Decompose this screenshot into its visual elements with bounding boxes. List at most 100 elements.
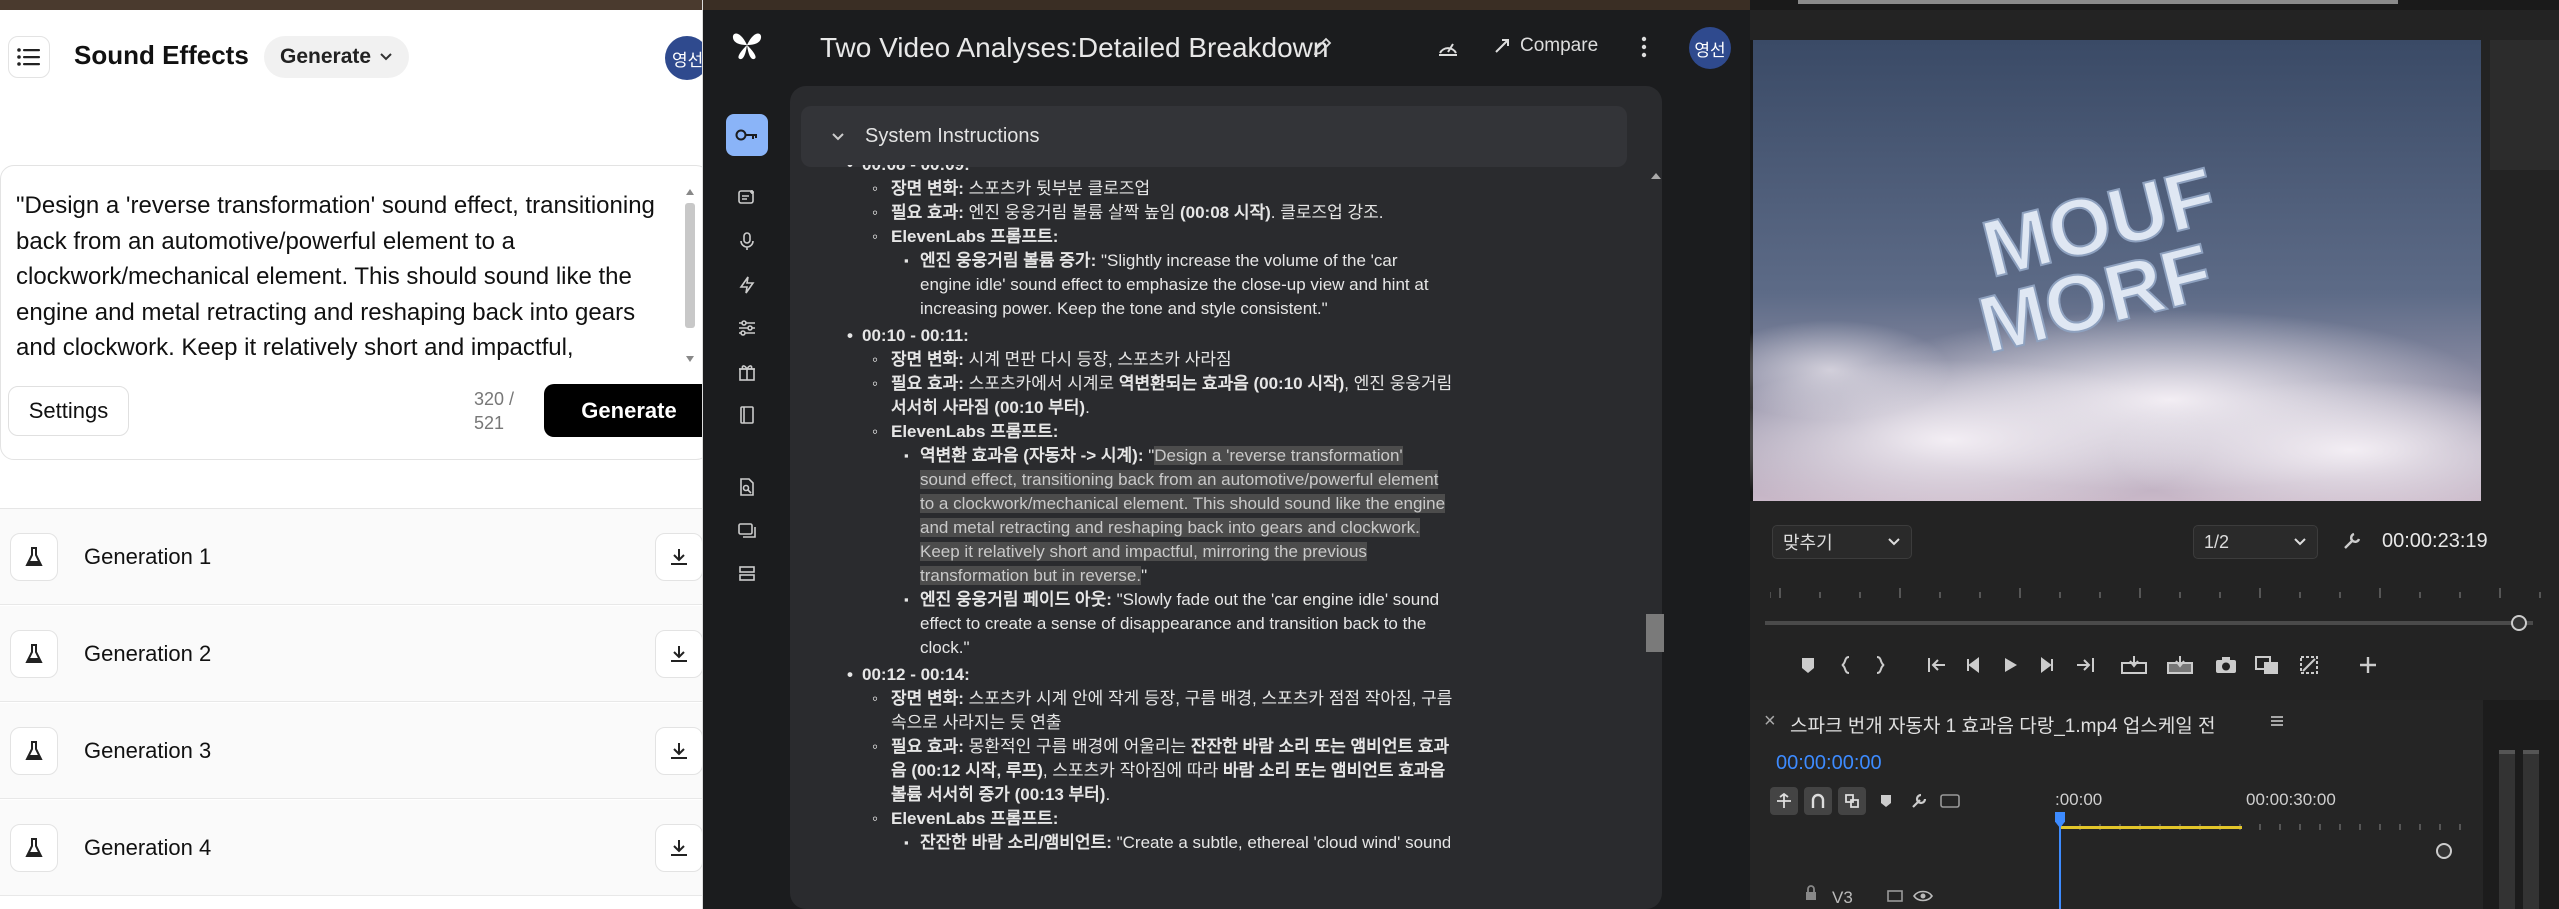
zoom-fit-dropdown[interactable]: 맞추기 [1772,525,1912,559]
library-icon[interactable] [737,405,757,425]
list-item: 필요 효과: 스포츠카에서 시계로 역변환되는 효과음 (00:10 시작), … [802,372,1462,420]
download-button[interactable] [655,533,702,581]
sequence-timecode[interactable]: 00:00:00:00 [1776,752,1882,775]
gauge-icon [1439,43,1457,56]
sequence-tab[interactable]: 스파크 번개 자동차 1 효과음 다랑_1.mp4 업스케일 전 [1790,711,2216,738]
zoom-handle[interactable] [2436,843,2452,859]
step-forward-icon[interactable] [2036,654,2056,676]
ruler-label-start: :00:00 [2055,790,2103,809]
insert-icon[interactable] [2120,654,2148,676]
prompt-scrollbar[interactable] [683,183,697,368]
captions-icon[interactable] [1940,794,1960,808]
sync-icon[interactable] [1887,889,1903,903]
more-options-button[interactable] [1640,36,1648,58]
play-icon[interactable] [2000,654,2020,676]
settings-sliders-icon[interactable] [737,318,757,338]
list-item: 장면 변화: 스포츠카 뒷부분 클로즈업 [802,177,1557,201]
monitor-time-ruler[interactable] [1770,578,2550,600]
comparison-view-icon[interactable] [2254,654,2280,676]
generation-row[interactable]: Generation 2 [0,606,702,702]
add-button-icon[interactable] [2357,654,2379,676]
panel-tab-indicator [1798,0,2398,4]
edit-title-button[interactable] [1312,37,1332,57]
timeline-ruler[interactable] [2060,812,2480,830]
sound-effects-panel: Sound Effects Generate 영선 "Design a 'rev… [0,0,703,909]
timestamp-heading: 00:10 - 00:11: [802,324,1622,348]
step-back-icon[interactable] [1964,654,1984,676]
magnet-icon[interactable] [1804,787,1832,815]
menu-icon [17,48,40,66]
camera-icon[interactable] [2214,654,2238,676]
chat-title: Two Video Analyses:Detailed Breakdown [820,32,1329,63]
chevron-down-icon [1888,538,1900,546]
system-instructions-toggle[interactable]: System Instructions [801,106,1627,167]
flask-icon [10,533,58,581]
storage-icon[interactable] [737,564,757,584]
go-to-in-icon[interactable] [1926,654,1948,676]
add-marker-icon[interactable] [1878,792,1894,810]
prompt-item: 역변환 효과음 (자동차 -> 시계): "Design a 'reverse … [802,444,1450,588]
side-panel [2490,40,2559,170]
chat-history-icon[interactable] [737,521,757,541]
eye-icon[interactable] [1913,890,1933,902]
playhead-timecode[interactable]: 00:00:23:19 [2382,530,2488,553]
scroll-up-icon[interactable] [1650,172,1662,180]
app-logo-icon[interactable] [730,28,764,62]
panel-menu-icon[interactable] [2270,714,2284,728]
doc-search-icon[interactable] [737,477,757,497]
gift-icon[interactable] [737,362,757,382]
highlighted-selection[interactable]: Design a 'reverse transformation' sound … [920,446,1446,585]
close-tab-icon[interactable]: × [1764,710,1776,733]
download-icon [671,743,687,759]
key-icon [735,129,757,141]
chevron-down-icon [380,53,392,61]
mark-in-icon[interactable] [1838,654,1854,676]
generation-row[interactable]: Generation 4 [0,800,702,896]
scrollbar-thumb[interactable] [1646,614,1664,652]
download-icon [671,549,687,565]
proxy-toggle-icon[interactable] [2298,654,2320,676]
mode-dropdown[interactable]: Generate [264,36,410,78]
download-button[interactable] [655,630,702,678]
prompt-textarea[interactable]: "Design a 'reverse transformation' sound… [16,188,666,366]
list-item: 장면 변화: 스포츠카 시계 안에 작게 등장, 구름 배경, 스포츠카 점점 … [802,687,1462,735]
playhead-line [2059,826,2061,909]
go-to-out-icon[interactable] [2074,654,2096,676]
chat-prompt-icon[interactable] [737,188,757,208]
prompt-item: 엔진 웅웅거림 볼륨 증가: "Slightly increase the vo… [802,249,1450,321]
lightning-icon[interactable] [737,275,757,295]
lock-icon[interactable] [1804,885,1818,901]
char-count-value: 320 / [474,389,515,409]
linked-selection-icon[interactable] [1838,787,1866,815]
snap-icon[interactable] [1770,787,1798,815]
marker-icon[interactable] [1798,654,1818,676]
list-item: 필요 효과: 엔진 웅웅거림 볼륨 살짝 높임 (00:08 시작). 클로즈업… [802,201,1557,225]
generation-row[interactable]: Generation 1 [0,509,702,605]
generate-button[interactable]: Generate [544,384,702,437]
wrench-icon[interactable] [2342,531,2362,551]
menu-button[interactable] [8,36,50,78]
video-frame: MOUF MORF [1750,40,2481,501]
settings-wrench-icon[interactable] [1910,792,1928,810]
overwrite-icon[interactable] [2166,654,2194,676]
resolution-dropdown[interactable]: 1/2 [2193,525,2318,559]
scrubber-handle[interactable] [2511,615,2527,631]
monitor-scrubber[interactable] [1765,621,2533,625]
more-vertical-icon [1641,36,1647,58]
avatar[interactable]: 영선 [1689,27,1731,69]
list-item: 필요 효과: 몽환적인 구름 배경에 어울리는 잔잔한 바람 소리 또는 앰비언… [802,735,1462,807]
download-button[interactable] [655,824,702,872]
compare-button[interactable]: Compare [1493,35,1598,57]
token-counter-button[interactable] [1436,35,1460,59]
microphone-icon[interactable] [737,231,757,251]
mode-label: Generate [280,45,372,68]
settings-button[interactable]: Settings [8,386,129,436]
track-label[interactable]: V3 [1832,888,1853,908]
character-count: 320 / 521 [474,387,514,435]
api-key-button[interactable] [726,114,768,156]
download-button[interactable] [655,727,702,775]
generation-row[interactable]: Generation 3 [0,703,702,799]
avatar[interactable]: 영선 [665,36,702,80]
mark-out-icon[interactable] [1872,654,1888,676]
download-icon [671,646,687,662]
